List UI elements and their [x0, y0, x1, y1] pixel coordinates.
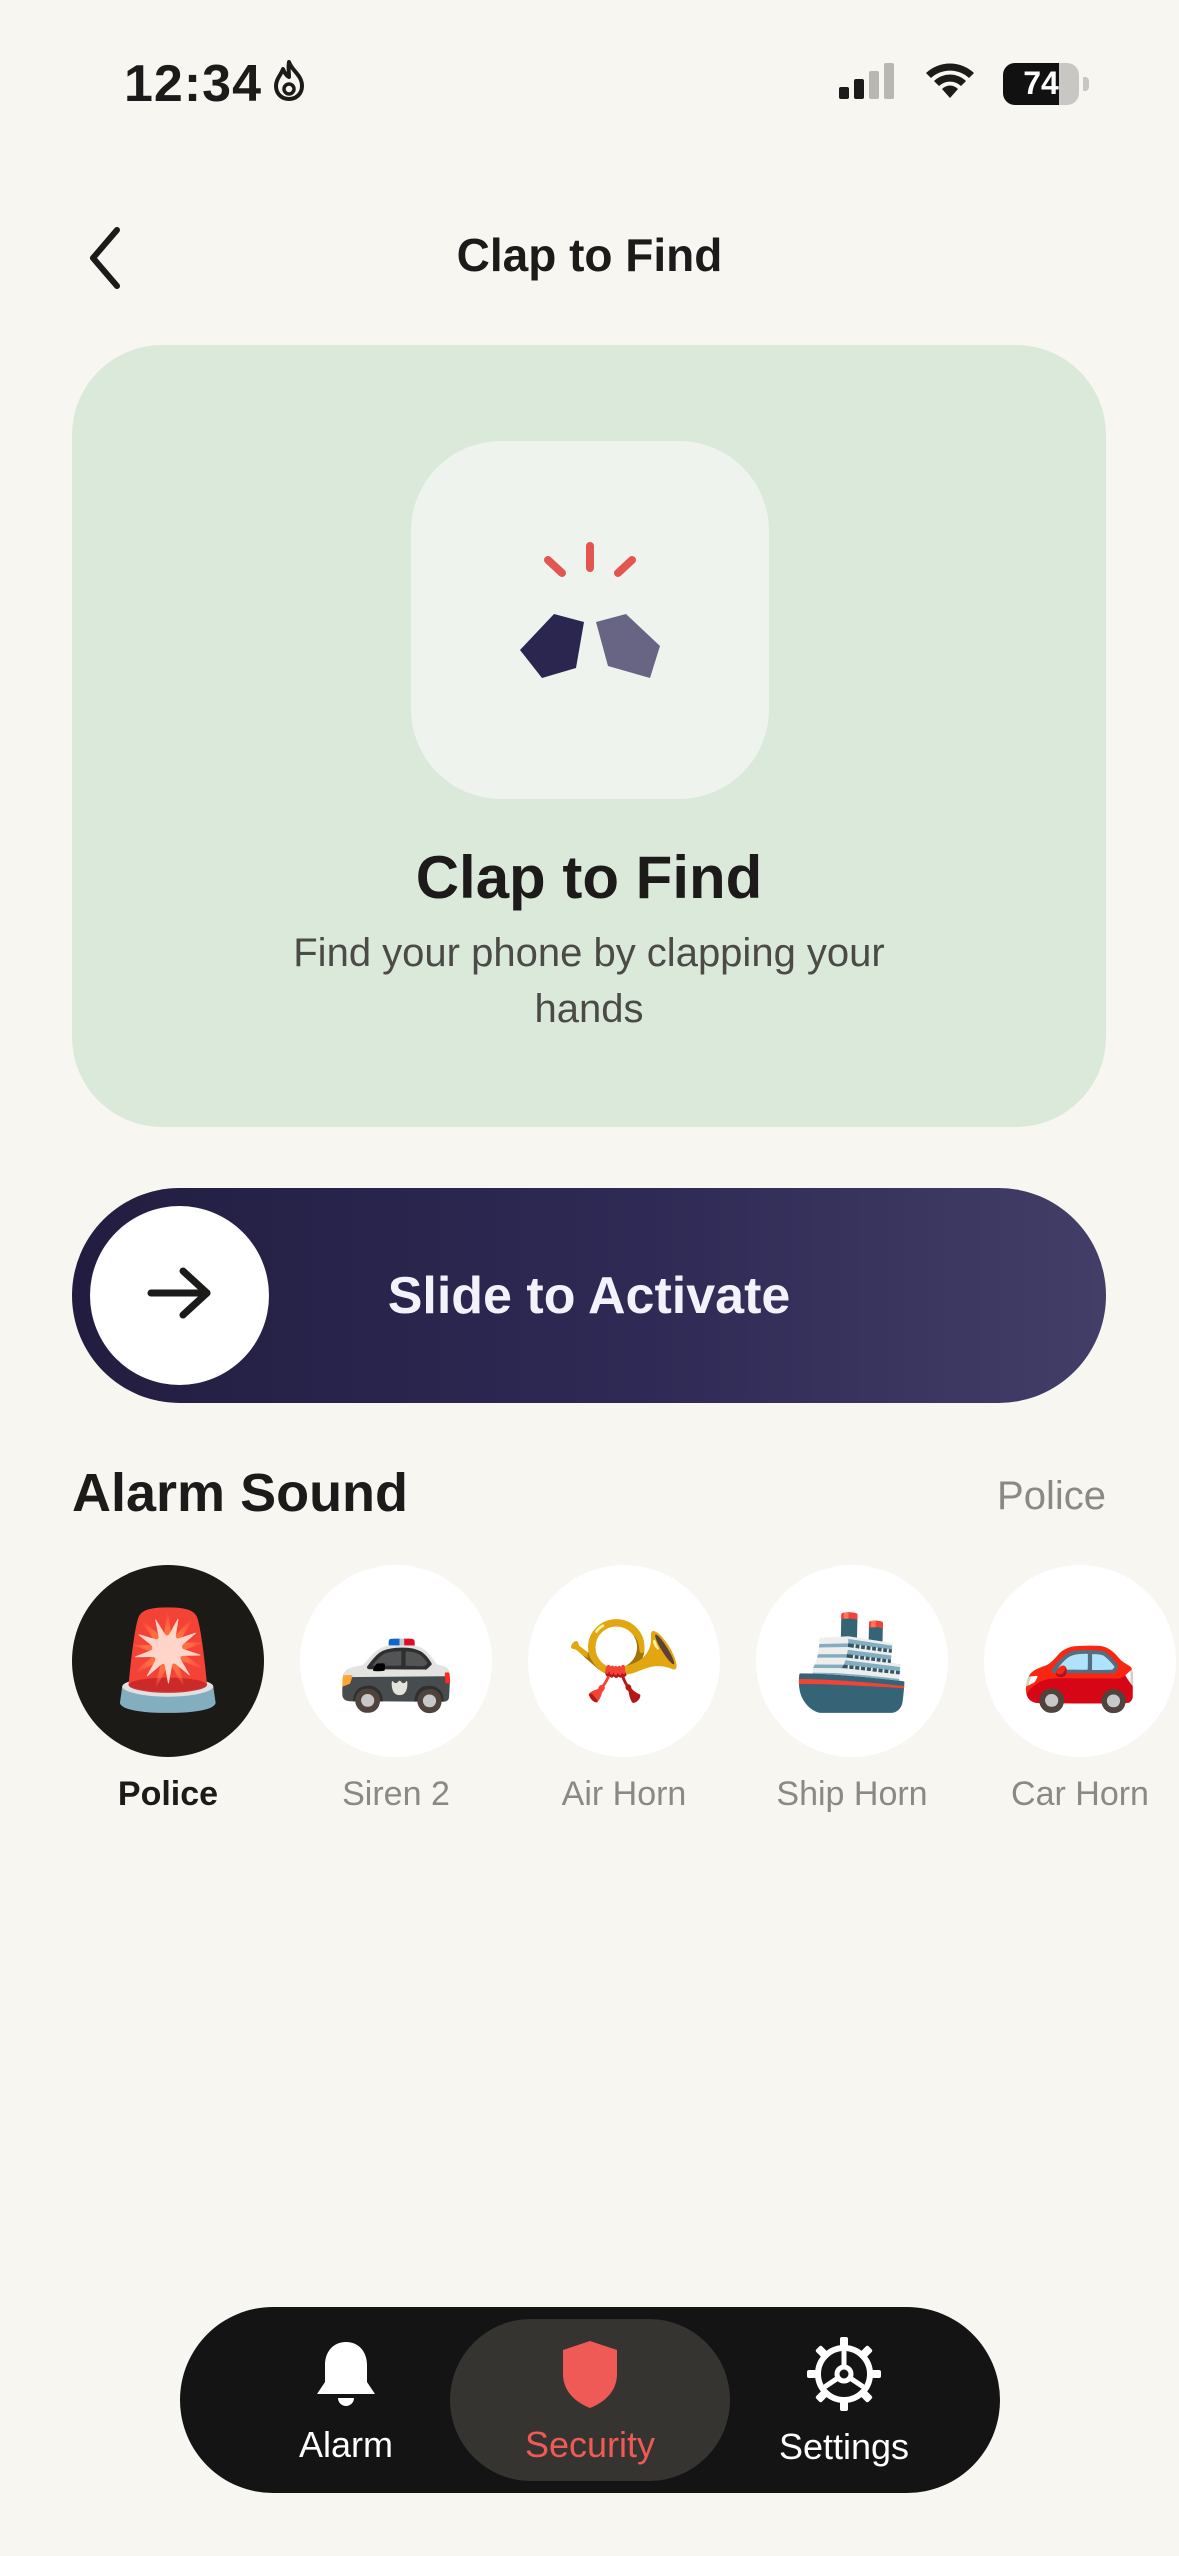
- sound-option-label: Police: [117, 1775, 219, 1813]
- slide-to-activate[interactable]: Slide to Activate: [72, 1188, 1106, 1403]
- ship-icon: 🚢: [756, 1565, 948, 1757]
- wifi-icon: [923, 62, 977, 105]
- sound-option-air-horn[interactable]: 📯 Air Horn: [528, 1565, 720, 1825]
- status-time: 12:34: [124, 54, 306, 114]
- shield-icon: [559, 2338, 621, 2419]
- car-icon: 🚗: [984, 1565, 1176, 1757]
- tab-alarm-label: Alarm: [298, 2423, 393, 2465]
- sound-option-police[interactable]: 🚨 Police: [72, 1565, 264, 1825]
- tab-settings-label: Settings: [778, 2425, 910, 2467]
- sound-option-label: Air Horn: [561, 1775, 687, 1813]
- sound-option-label: Siren 2: [342, 1775, 450, 1813]
- slider-knob[interactable]: [90, 1206, 269, 1385]
- alarm-sound-title: Alarm Sound: [72, 1463, 409, 1523]
- hero-card: Clap to Find Find your phone by clapping…: [72, 345, 1106, 1127]
- bell-icon: [311, 2338, 381, 2419]
- sound-option-ship-horn[interactable]: 🚢 Ship Horn: [756, 1565, 948, 1825]
- status-icons: 74: [839, 62, 1089, 105]
- arrow-right-icon: [145, 1265, 215, 1326]
- sound-option-label: Ship Horn: [776, 1775, 928, 1813]
- postal-horn-icon: 📯: [528, 1565, 720, 1757]
- police-light-icon: 🚨: [72, 1565, 264, 1757]
- tab-security[interactable]: Security: [450, 2319, 730, 2481]
- cellular-signal-icon: [839, 63, 897, 104]
- flame-icon: [272, 54, 306, 114]
- battery-level: 74: [1023, 65, 1059, 101]
- alarm-sound-selected: Police: [997, 1474, 1106, 1518]
- sound-option-label: Car Horn: [1011, 1775, 1149, 1813]
- page-title: Clap to Find: [456, 229, 723, 281]
- status-time-text: 12:34: [124, 55, 262, 113]
- police-car-icon: 🚓: [300, 1565, 492, 1757]
- sound-option-siren-2[interactable]: 🚓 Siren 2: [300, 1565, 492, 1825]
- alarm-sound-list: 🚨 Police 🚓 Siren 2 📯 Air Horn 🚢 Ship Hor…: [72, 1565, 1179, 1825]
- gear-icon: [806, 2336, 882, 2421]
- tab-security-label: Security: [524, 2423, 656, 2465]
- hero-subtitle: Find your phone by clapping your hands: [293, 931, 885, 1031]
- bottom-tab-bar: Alarm Security Settings: [180, 2307, 1000, 2493]
- battery-icon: 74: [1003, 62, 1089, 105]
- sound-option-car-horn[interactable]: 🚗 Car Horn: [984, 1565, 1176, 1825]
- hero-icon-tile: [411, 441, 769, 799]
- status-bar: 12:34 74: [0, 0, 1179, 170]
- tab-alarm[interactable]: Alarm: [248, 2319, 444, 2481]
- tab-settings[interactable]: Settings: [736, 2319, 952, 2481]
- hero-title: Clap to Find: [415, 844, 763, 911]
- clap-hands-icon: [500, 538, 680, 703]
